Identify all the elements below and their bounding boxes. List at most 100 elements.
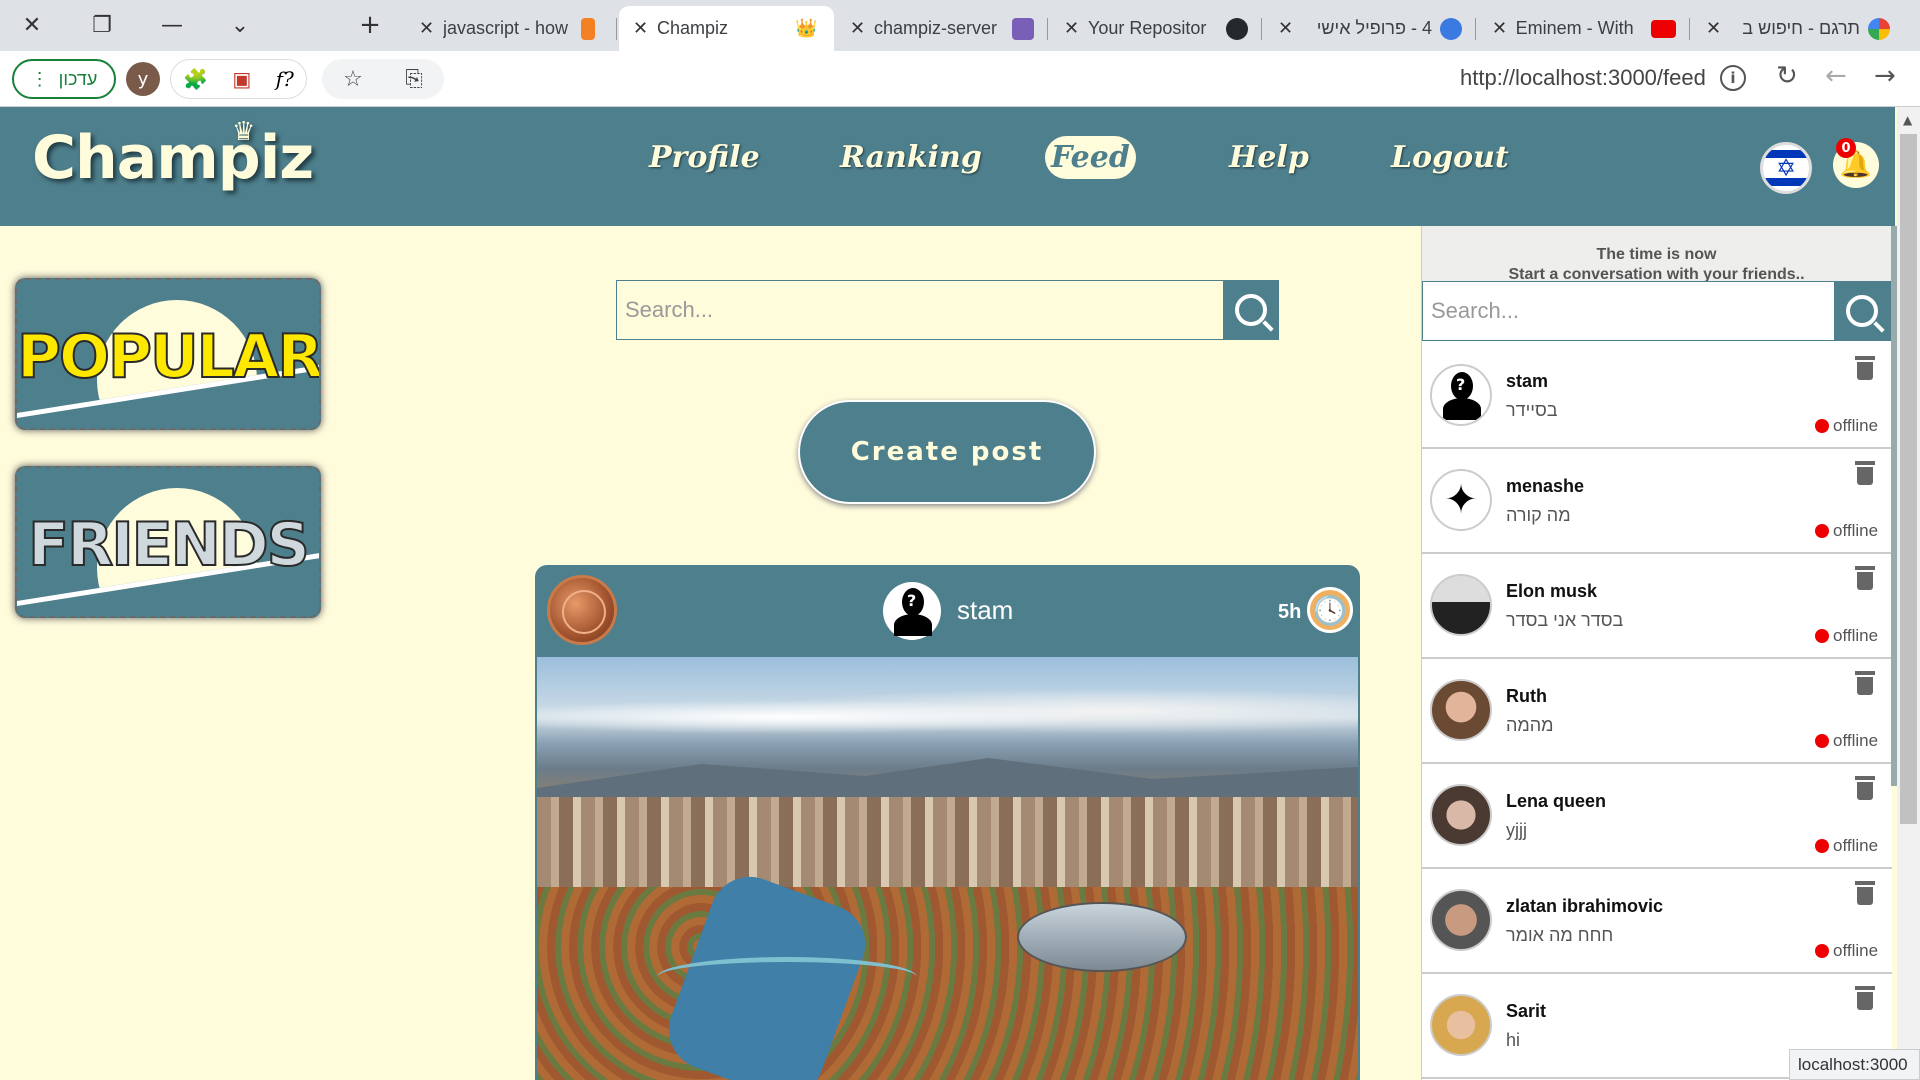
contact-last-message: בסיידר (1506, 400, 1558, 420)
friends-card[interactable]: FRIENDS (15, 466, 321, 618)
contact-last-message: חחח מה אומר (1506, 925, 1614, 945)
avatar (1430, 679, 1492, 741)
trash-icon[interactable] (1854, 881, 1876, 907)
feed-search-input[interactable] (617, 281, 1224, 339)
tab-title: Champiz (657, 18, 729, 38)
contact-item[interactable]: Ruth מהמה offline (1422, 659, 1892, 764)
clock-icon: 🕓 (1307, 587, 1353, 633)
browser-tab[interactable]: ✕ תרגם - חיפוש ב (1692, 6, 1920, 51)
trash-icon[interactable] (1854, 566, 1876, 592)
trash-icon[interactable] (1854, 671, 1876, 697)
contact-name: Lena queen (1506, 791, 1607, 811)
contact-name: Ruth (1506, 686, 1547, 706)
chat-search-input[interactable] (1423, 282, 1833, 340)
close-tab-icon[interactable]: ✕ (1706, 18, 1722, 39)
puzzle-icon[interactable]: 🧩 (183, 67, 208, 91)
contact-item[interactable]: Elon musk בסדר אני בסדר offline (1422, 554, 1892, 659)
site-info-icon[interactable]: i (1720, 65, 1746, 91)
crown-icon: 👑 (795, 18, 818, 38)
avatar[interactable]: ? (883, 582, 941, 640)
avatar: ✦ (1430, 469, 1492, 531)
tab-title: Your Repositor (1088, 18, 1207, 38)
page-scrollbar[interactable]: ▲ (1897, 107, 1920, 1080)
popular-card[interactable]: POPULAR (15, 278, 321, 430)
new-tab-button[interactable]: + (342, 10, 398, 40)
tab-title: champiz-server (874, 18, 998, 38)
tab-search-icon[interactable]: ⌄ (208, 0, 272, 51)
avatar (1430, 574, 1492, 636)
search-icon[interactable] (1223, 281, 1278, 339)
browser-tab[interactable]: ✕ Eminem - With (1478, 6, 1690, 51)
formula-extension-icon[interactable]: f? (276, 67, 294, 91)
trash-icon[interactable] (1854, 356, 1876, 382)
trash-icon[interactable] (1854, 776, 1876, 802)
nav-profile[interactable]: Profile (649, 140, 760, 175)
chat-header: The time is now Start a conversation wit… (1422, 226, 1891, 284)
profile-avatar[interactable]: y (126, 62, 160, 96)
contact-item[interactable]: Lena queen yjjj offline (1422, 764, 1892, 869)
browser-tab[interactable]: ✕ 4 - פרופיל אישי (1264, 6, 1476, 51)
extension-icon[interactable]: ▣ (232, 67, 251, 91)
reload-icon[interactable]: ↻ (1776, 61, 1798, 91)
post-card: ? stam 5h 🕓 (535, 565, 1360, 1080)
contact-item[interactable]: ? stam בסיידר offline (1422, 344, 1892, 449)
browser-tab-active[interactable]: ✕ Champiz 👑 (619, 6, 834, 51)
search-icon[interactable] (1834, 282, 1890, 340)
extensions-group: 🧩 ▣ f? (170, 59, 307, 99)
contact-last-message: מה קורה (1506, 505, 1571, 525)
status-badge: offline (1815, 521, 1878, 541)
popular-label: POPULAR (17, 321, 321, 393)
contact-last-message: yjjj (1506, 820, 1527, 840)
nav-feed[interactable]: Feed (1045, 136, 1136, 179)
heroku-icon (1012, 17, 1034, 40)
close-tab-icon[interactable]: ✕ (1492, 18, 1508, 39)
browser-tab[interactable]: ✕ javascript - how (405, 6, 617, 51)
close-tab-icon[interactable]: ✕ (1064, 18, 1080, 39)
contact-item[interactable]: ✦ menashe מה קורה offline (1422, 449, 1892, 554)
post-time: 5h (1278, 601, 1302, 623)
back-icon[interactable]: ← (1825, 61, 1847, 91)
contact-item[interactable]: zlatan ibrahimovic חחח מה אומר offline (1422, 869, 1892, 974)
tab-title: javascript - how (443, 18, 569, 38)
browser-tab[interactable]: ✕ champiz-server (836, 6, 1048, 51)
close-tab-icon[interactable]: ✕ (850, 18, 866, 39)
close-tab-icon[interactable]: ✕ (633, 18, 649, 39)
minimize-window-icon[interactable]: — (140, 0, 204, 51)
contact-name: Elon musk (1506, 581, 1598, 601)
contact-last-message: hi (1506, 1030, 1521, 1050)
link-status-bar: localhost:3000 (1789, 1049, 1920, 1080)
chat-panel: The time is now Start a conversation wit… (1421, 226, 1892, 1080)
url-text[interactable]: http://localhost:3000/feed (1460, 65, 1706, 91)
close-tab-icon[interactable]: ✕ (419, 18, 435, 39)
nav-logout[interactable]: Logout (1391, 140, 1509, 175)
update-label: עדכון (58, 68, 98, 89)
create-post-button[interactable]: Create post (798, 400, 1096, 504)
update-button[interactable]: ⋮ עדכון (12, 59, 116, 99)
contact-name: stam (1506, 371, 1549, 391)
nav-help[interactable]: Help (1229, 140, 1309, 175)
scrollbar-thumb[interactable] (1900, 134, 1917, 824)
address-actions: ☆ ⎘ (322, 59, 444, 99)
forward-icon[interactable]: → (1874, 61, 1896, 91)
close-tab-icon[interactable]: ✕ (1278, 18, 1294, 39)
contact-name: Sarit (1506, 1001, 1547, 1021)
close-window-icon[interactable]: ✕ (0, 0, 64, 51)
share-icon[interactable]: ⎘ (405, 67, 423, 92)
avatar (1430, 784, 1492, 846)
scroll-up-icon[interactable]: ▲ (1903, 113, 1912, 127)
trash-icon[interactable] (1854, 986, 1876, 1012)
post-author[interactable]: stam (957, 595, 1013, 626)
logo-text: Champiz (32, 123, 314, 193)
chat-search (1422, 281, 1891, 341)
post-image[interactable] (537, 657, 1358, 1080)
bookmark-star-icon[interactable]: ☆ (343, 67, 363, 92)
trash-icon[interactable] (1854, 461, 1876, 487)
nav-ranking[interactable]: Ranking (840, 140, 982, 175)
browser-tab[interactable]: ✕ Your Repositor (1050, 6, 1262, 51)
restore-window-icon[interactable]: ❐ (70, 0, 134, 51)
feed-search (616, 280, 1279, 340)
menu-dots-icon: ⋮ (30, 68, 49, 89)
israel-flag-language-icon[interactable]: ✡ (1760, 142, 1812, 194)
github-icon (1226, 17, 1248, 40)
champiz-logo[interactable]: Champiz ♛ (32, 117, 314, 193)
